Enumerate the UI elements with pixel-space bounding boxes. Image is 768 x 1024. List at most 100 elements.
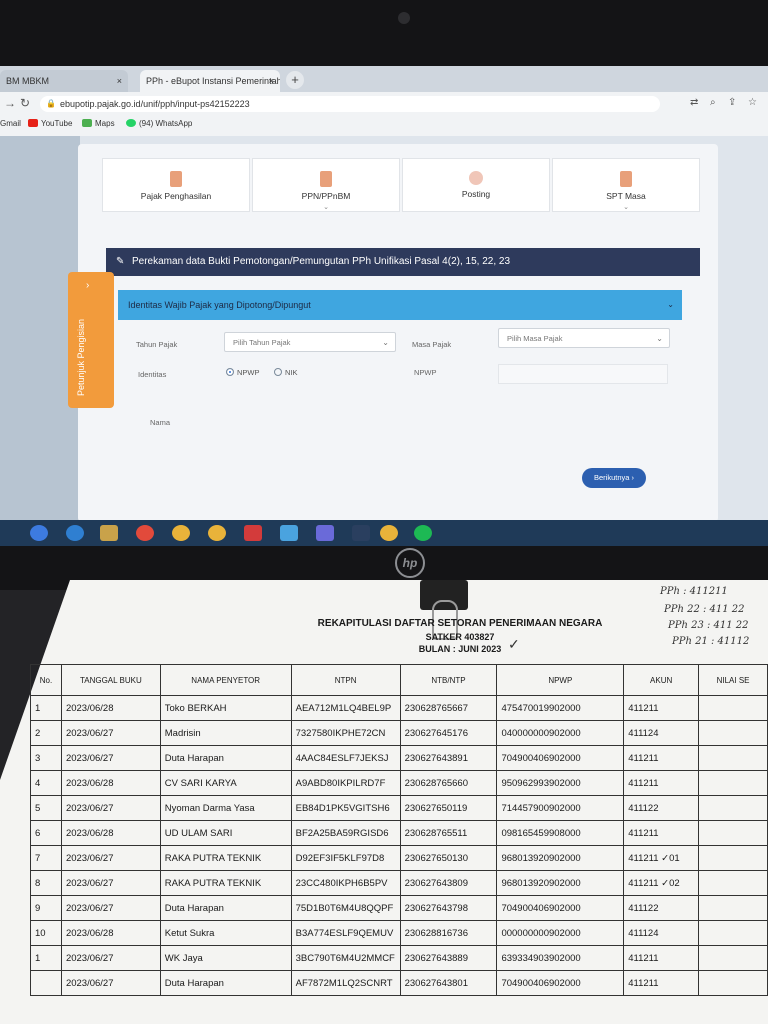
bookmark-whatsapp[interactable]: (94) WhatsApp [126, 119, 192, 128]
url-text: ebupotip.pajak.go.id/unif/pph/input-ps42… [60, 99, 250, 109]
column-header: No. [30, 664, 62, 696]
table-cell: 714457900902000 [496, 795, 625, 821]
app-icon[interactable] [352, 525, 370, 541]
table-row: 2023/06/27 Duta Harapan AF7872M1LQ2SCNRT 23… [30, 970, 768, 996]
table-cell: 230627650119 [399, 795, 498, 821]
table-cell: 1 [30, 695, 62, 721]
media-icon[interactable] [136, 525, 154, 541]
handwritten-note: PPh 22 : 411 22 [664, 604, 745, 615]
table-cell: EB84D1PK5VGITSH6 [290, 795, 401, 821]
table-cell: 2023/06/27 [60, 795, 161, 821]
table-cell: B3A774ESLF9QEMUV [290, 920, 401, 946]
table-cell: Madrisin [159, 720, 292, 746]
table-cell: CV SARI KARYA [159, 770, 292, 796]
identity-section-toggle[interactable]: Identitas Wajib Pajak yang Dipotong/Dipu… [118, 290, 682, 320]
web-page: Pajak Penghasilan PPN/PPnBM ⌄ Posting SP… [0, 136, 768, 522]
radio-npwp[interactable]: NPWP [226, 368, 260, 377]
close-icon[interactable]: × [269, 70, 274, 92]
handwritten-note: PPh : 411211 [660, 586, 728, 597]
tab-ebupot[interactable]: PPh - eBupot Instansi Pemerintah × [140, 70, 280, 92]
table-cell: 8 [30, 870, 62, 896]
table-cell: 040000000902000 [496, 720, 625, 746]
table-cell: 2023/06/27 [60, 945, 161, 971]
table-cell [698, 870, 768, 896]
tab-bm-mbkm[interactable]: BM MBKM × [0, 70, 128, 92]
table-cell: 411211 ✓01 [623, 845, 700, 871]
app-icon[interactable] [244, 525, 262, 541]
table-cell: 411211 [623, 770, 700, 796]
table-cell: 2023/06/28 [60, 820, 161, 846]
table-header-row: No. TANGGAL BUKU NAMA PENYETOR NTPN NTB/NTP N… [30, 664, 768, 696]
menu-pajak-penghasilan[interactable]: Pajak Penghasilan [102, 158, 250, 212]
table-cell: 411124 [623, 920, 700, 946]
table-cell: Duta Harapan [159, 895, 292, 921]
radio-nik[interactable]: NIK [274, 368, 298, 377]
table-cell: BF2A25BA59RGISD6 [290, 820, 401, 846]
chrome-icon[interactable] [208, 525, 226, 541]
start-icon[interactable] [30, 525, 48, 541]
table-cell: 411211 [623, 695, 700, 721]
windows-taskbar [0, 520, 768, 546]
table-cell: 7327580IKPHE72CN [290, 720, 401, 746]
table-cell [698, 970, 768, 996]
app-icon[interactable] [280, 525, 298, 541]
table-cell [698, 720, 768, 746]
app-icon[interactable] [316, 525, 334, 541]
table-row: 3 2023/06/27 Duta Harapan 4AAC84ESLF7JEKSJ 2… [30, 745, 768, 771]
document-title: REKAPITULASI DAFTAR SETORAN PENERIMAAN N… [317, 618, 603, 629]
menu-posting[interactable]: Posting [402, 158, 550, 212]
chevron-down-icon: ⌄ [667, 300, 674, 309]
column-header: NPWP [496, 664, 625, 696]
table-cell: D92EF3IF5KLF97D8 [290, 845, 401, 871]
chrome-icon[interactable] [172, 525, 190, 541]
petunjuk-pengisian-tab[interactable]: › Petunjuk Pengisian [68, 272, 114, 408]
table-cell: 230628765660 [399, 770, 498, 796]
table-row: 5 2023/06/27 Nyoman Darma Yasa EB84D1PK5VGI… [30, 795, 768, 821]
forward-icon[interactable]: → [4, 96, 16, 110]
table-cell: 3 [30, 745, 62, 771]
edge-icon[interactable] [66, 525, 84, 541]
folder-icon[interactable] [100, 525, 118, 541]
table-row: 8 2023/06/27 RAKA PUTRA TEKNIK 23CC480IKPH6… [30, 870, 768, 896]
npwp-input[interactable] [498, 364, 668, 384]
bookmark-gmail[interactable]: Gmail [0, 119, 21, 128]
table-cell [698, 770, 768, 796]
menu-spt-masa[interactable]: SPT Masa ⌄ [552, 158, 700, 212]
table-cell: 704900406902000 [496, 895, 625, 921]
table-cell: Toko BERKAH [159, 695, 292, 721]
spotify-icon[interactable] [414, 525, 432, 541]
lock-icon: 🔒 [46, 99, 56, 108]
close-icon[interactable]: × [117, 70, 122, 92]
table-cell: 2023/06/27 [60, 870, 161, 896]
table-cell [30, 970, 62, 996]
table-cell: 230627643809 [399, 870, 498, 896]
tahun-pajak-select[interactable]: Pilih Tahun Pajak ⌄ [224, 332, 396, 352]
url-field[interactable]: 🔒 ebupotip.pajak.go.id/unif/pph/input-ps… [40, 96, 660, 112]
table-cell: 7 [30, 845, 62, 871]
menu-ppn-ppnbm[interactable]: PPN/PPnBM ⌄ [252, 158, 400, 212]
masa-pajak-select[interactable]: Pilih Masa Pajak ⌄ [498, 328, 670, 348]
reload-icon[interactable]: ↻ [20, 96, 30, 110]
column-header: NTB/NTP [399, 664, 498, 696]
table-cell: Nyoman Darma Yasa [159, 795, 292, 821]
bookmarks-bar: Gmail YouTube Maps (94) WhatsApp [0, 116, 768, 137]
table-cell: 704900406902000 [496, 745, 625, 771]
new-tab-button[interactable]: + [286, 71, 304, 89]
table-cell: 230628765511 [399, 820, 498, 846]
table-cell [698, 945, 768, 971]
next-button[interactable]: Berikutnya › [582, 468, 646, 488]
table-row: 1 2023/06/27 WK Jaya 3BC790T6M4U2MMCF 230627… [30, 945, 768, 971]
share-icon[interactable]: ⇪ [728, 97, 736, 108]
table-cell: 2023/06/28 [60, 770, 161, 796]
column-header: NAMA PENYETOR [159, 664, 292, 696]
bookmark-maps[interactable]: Maps [82, 119, 115, 128]
chrome-icon[interactable] [380, 525, 398, 541]
star-icon[interactable]: ☆ [748, 97, 757, 108]
translate-icon[interactable]: ⇄ [690, 97, 698, 108]
table-cell: 098165459908000 [496, 820, 625, 846]
table-cell: UD ULAM SARI [159, 820, 292, 846]
chevron-right-icon: › [86, 280, 90, 291]
lock-icon [469, 171, 483, 185]
zoom-icon[interactable]: ⌕ [710, 97, 716, 108]
bookmark-youtube[interactable]: YouTube [28, 119, 72, 128]
